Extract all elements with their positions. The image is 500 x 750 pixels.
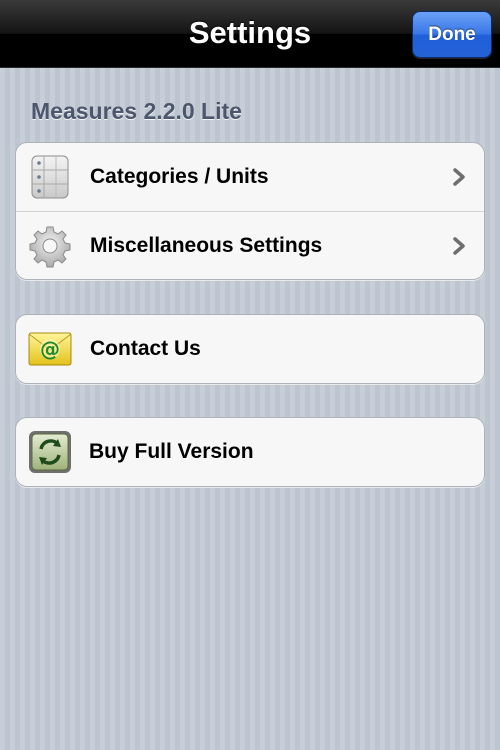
miscellaneous-settings-label: Miscellaneous Settings [90,234,323,257]
navigation-bar: Settings Done [0,0,500,68]
app-version-header: Measures 2.2.0 Lite [31,98,242,124]
email-icon: @ [28,327,72,371]
list-icon [28,155,72,199]
buy-full-version-label: Buy Full Version [89,440,254,463]
chevron-right-icon [453,168,465,186]
gear-icon [28,224,72,268]
purchase-group: Buy Full Version [15,417,485,487]
refresh-icon [28,430,72,474]
categories-units-label: Categories / Units [90,165,269,188]
miscellaneous-settings-row[interactable]: Miscellaneous Settings [16,211,484,279]
svg-text:@: @ [40,337,60,361]
settings-group: Categories / Units Miscellaneous Setting… [15,142,485,280]
buy-full-version-row[interactable]: Buy Full Version [16,418,484,486]
categories-units-row[interactable]: Categories / Units [16,143,484,211]
done-button[interactable]: Done [412,11,492,58]
contact-us-row[interactable]: @ Contact Us [16,315,484,383]
chevron-right-icon [453,237,465,255]
contact-group: @ Contact Us [15,314,485,384]
contact-us-label: Contact Us [90,337,201,360]
